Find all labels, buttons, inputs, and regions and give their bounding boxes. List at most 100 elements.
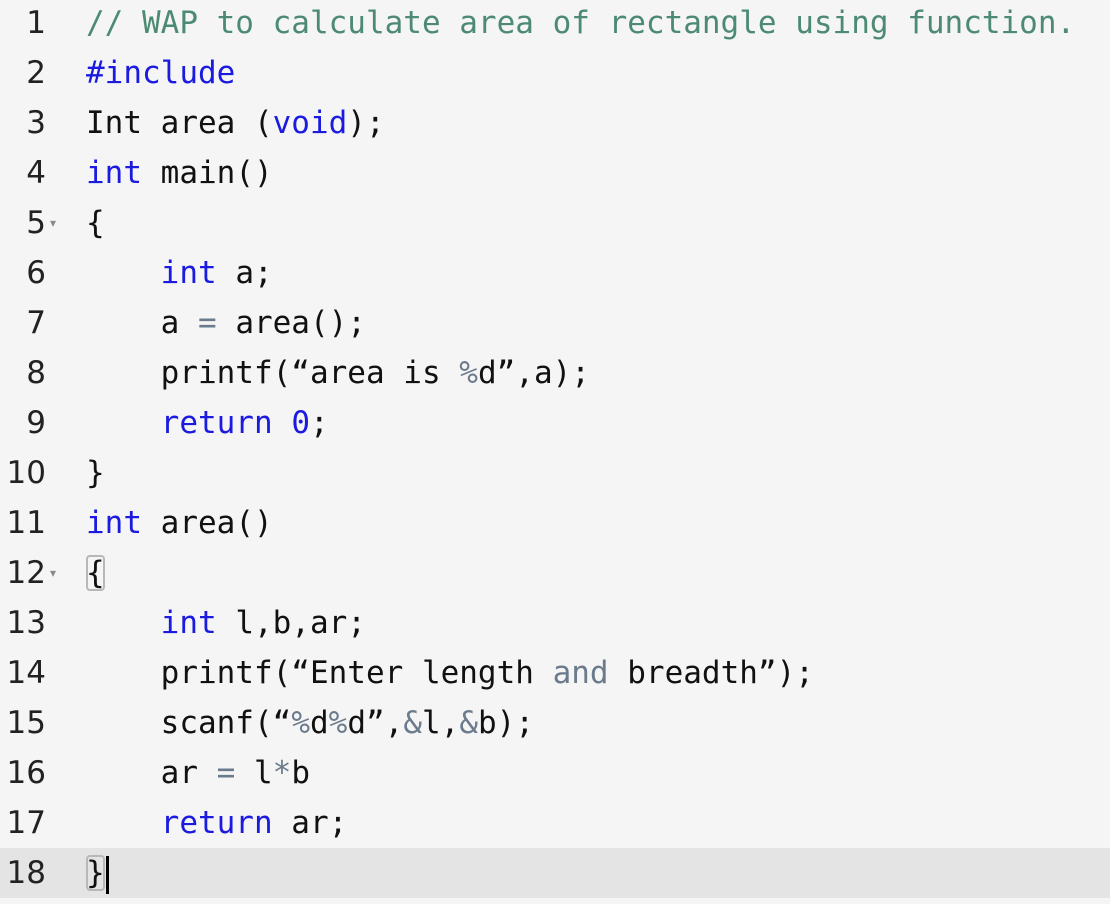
code-token: ar;	[272, 805, 348, 841]
line-number: 16	[6, 755, 46, 791]
code-token: a	[86, 305, 198, 341]
code-text[interactable]: int area()	[86, 498, 273, 548]
line-number: 13	[6, 605, 46, 641]
code-line[interactable]: 8 printf(“area is %d”,a);	[0, 348, 1110, 398]
code-line[interactable]: 11 int area()	[0, 498, 1110, 548]
code-token: d”,	[347, 705, 404, 741]
code-text[interactable]: int l,b,ar;	[86, 598, 366, 648]
code-token: =	[216, 755, 236, 791]
code-line[interactable]: 18}	[0, 848, 1110, 898]
code-text[interactable]: int a;	[86, 248, 273, 298]
code-token: ;	[309, 405, 329, 441]
code-token: b	[291, 755, 310, 791]
code-token: #include	[86, 55, 236, 91]
code-token: %	[328, 705, 348, 741]
line-number: 14	[6, 655, 46, 691]
code-text[interactable]: printf(“area is %d”,a);	[86, 348, 590, 398]
code-text[interactable]: printf(“Enter length and breadth”);	[86, 648, 814, 698]
line-number: 12	[6, 555, 46, 591]
code-line[interactable]: 2 #include	[0, 48, 1110, 98]
code-line[interactable]: 13 int l,b,ar;	[0, 598, 1110, 648]
code-text[interactable]: #include	[86, 48, 235, 98]
code-token: {	[86, 205, 105, 241]
code-editor[interactable]: 1 // WAP to calculate area of rectangle u…	[0, 0, 1110, 904]
fold-arrow-icon[interactable]: ▾	[50, 198, 64, 248]
code-text[interactable]: ar = l*b	[86, 748, 310, 798]
code-token: ar	[86, 755, 217, 791]
code-token: printf(“Enter length	[86, 655, 553, 691]
code-token: );	[347, 105, 385, 141]
matching-bracket: }	[86, 855, 105, 891]
code-line[interactable]: 12 ▾ {	[0, 548, 1110, 598]
code-text[interactable]: // WAP to calculate area of rectangle us…	[86, 0, 1075, 48]
code-token: %	[291, 705, 310, 741]
code-text[interactable]: scanf(“%d%d”,&l,&b);	[86, 698, 534, 748]
line-number: 5	[26, 205, 46, 241]
line-number: 2	[26, 55, 46, 91]
code-text[interactable]: return ar;	[86, 798, 348, 848]
code-token: void	[272, 105, 348, 141]
code-line[interactable]: 10}	[0, 448, 1110, 498]
code-text[interactable]: }	[86, 448, 105, 498]
code-text[interactable]: int main()	[86, 148, 273, 198]
code-token: return	[160, 405, 273, 441]
code-text[interactable]: return 0;	[86, 398, 329, 448]
line-number: 8	[26, 355, 46, 391]
code-token: int	[160, 605, 217, 641]
code-line[interactable]: 5 ▾ {	[0, 198, 1110, 248]
code-line[interactable]: 6 int a;	[0, 248, 1110, 298]
code-line[interactable]: 3 Int area (void);	[0, 98, 1110, 148]
code-line[interactable]: 16 ar = l*b	[0, 748, 1110, 798]
code-token: main()	[142, 155, 273, 191]
code-line[interactable]: 9 return 0;	[0, 398, 1110, 448]
code-token: &	[459, 705, 478, 741]
code-token: d	[309, 705, 329, 741]
code-token: breadth”);	[608, 655, 814, 691]
code-token: b);	[478, 705, 534, 741]
code-token: Int area (	[86, 105, 273, 141]
code-token: l,	[422, 705, 460, 741]
code-token: printf(“area is	[86, 355, 460, 391]
code-text[interactable]: Int area (void);	[86, 98, 385, 148]
line-number: 6	[26, 255, 46, 291]
fold-arrow-icon[interactable]: ▾	[50, 548, 64, 598]
code-token: l,b,ar;	[216, 605, 366, 641]
code-token: a;	[216, 255, 273, 291]
code-line[interactable]: 1 // WAP to calculate area of rectangle u…	[0, 0, 1110, 48]
code-token: area();	[216, 305, 366, 341]
code-token: &	[403, 705, 422, 741]
code-token: %	[459, 355, 478, 391]
line-number: 3	[26, 105, 46, 141]
code-line[interactable]: 4 int main()	[0, 148, 1110, 198]
line-number: 17	[6, 805, 46, 841]
code-token: 0	[291, 405, 310, 441]
code-text[interactable]: a = area();	[86, 298, 366, 348]
code-token: int	[160, 255, 217, 291]
code-token: scanf(“	[86, 705, 292, 741]
code-token: d”,a);	[477, 355, 590, 391]
code-line[interactable]: 17 return ar;	[0, 798, 1110, 848]
line-number: 7	[26, 305, 46, 341]
code-line[interactable]: 7 a = area();	[0, 298, 1110, 348]
line-number: 11	[6, 505, 46, 541]
code-token: *	[272, 755, 292, 791]
line-number: 4	[26, 155, 46, 191]
code-token: int	[86, 155, 142, 191]
code-line[interactable]: 15 scanf(“%d%d”,&l,&b);	[0, 698, 1110, 748]
line-number: 1	[26, 5, 46, 41]
code-text[interactable]: {	[86, 548, 105, 598]
code-token: area()	[142, 505, 273, 541]
line-number: 15	[6, 705, 46, 741]
code-text[interactable]: }	[86, 848, 109, 898]
code-line[interactable]: 14 printf(“Enter length and breadth”);	[0, 648, 1110, 698]
code-text[interactable]: {	[86, 198, 105, 248]
line-number: 10	[6, 455, 46, 491]
code-token: return	[160, 805, 273, 841]
code-token: // WAP to calculate area of rectangle us…	[86, 5, 1076, 41]
line-number: 18	[6, 855, 46, 891]
